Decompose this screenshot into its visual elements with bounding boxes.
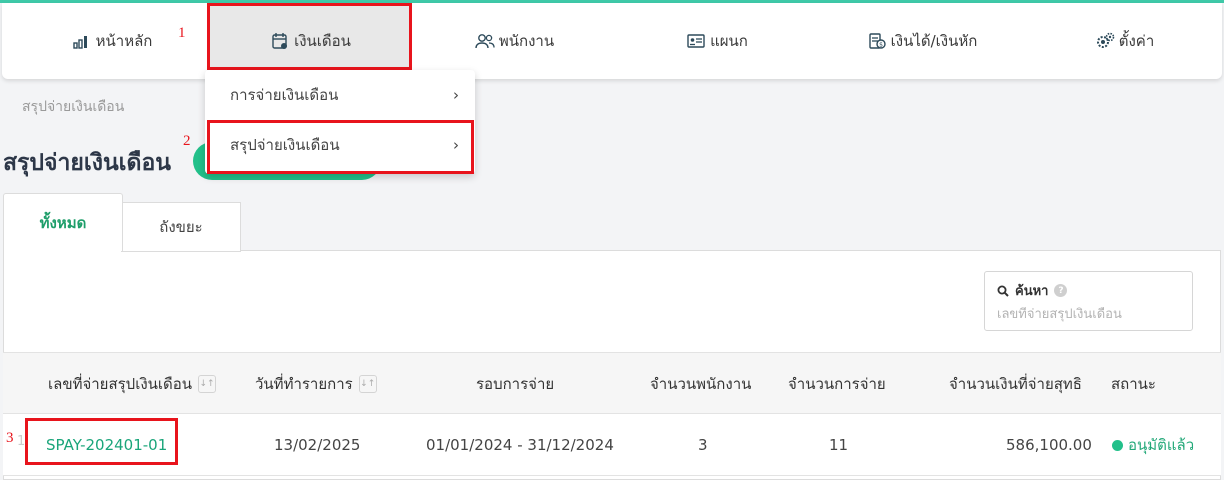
col-header-label: จำนวนพนักงาน xyxy=(650,375,752,393)
search-input[interactable] xyxy=(997,307,1177,322)
svg-text:$: $ xyxy=(879,42,883,49)
salary-dropdown-menu: การจ่ายเงินเดือน › สรุปจ่ายเงินเดือน › xyxy=(205,70,475,174)
sort-icon[interactable]: ↓↑ xyxy=(358,375,377,393)
breadcrumb[interactable]: สรุปจ่ายเงินเดือน xyxy=(22,96,124,118)
search-icon xyxy=(997,285,1009,297)
table-header: เลขที่จ่ายสรุปเงินเดือน ↓↑ วันที่ทำรายกา… xyxy=(3,352,1221,414)
col-header-doc-no[interactable]: เลขที่จ่ายสรุปเงินเดือน ↓↑ xyxy=(48,353,217,415)
nav-department-label: แผนก xyxy=(710,32,748,50)
gears-icon xyxy=(1095,31,1115,51)
nav-income-deduct[interactable]: $ เงินได้/เงินหัก xyxy=(852,3,992,79)
col-header-label: จำนวนการจ่าย xyxy=(788,375,886,393)
dropdown-item-payroll[interactable]: การจ่ายเงินเดือน › xyxy=(205,70,475,120)
dropdown-item-label: สรุปจ่ายเงินเดือน xyxy=(230,136,340,154)
cell-net-amount: 586,100.00 xyxy=(1006,436,1092,454)
annotation-number-2: 2 xyxy=(183,133,191,149)
col-header-status: สถานะ xyxy=(1111,353,1156,415)
annotation-number-1: 1 xyxy=(178,25,186,41)
users-icon xyxy=(475,31,495,51)
nav-home[interactable]: หน้าหลัก xyxy=(57,3,167,79)
cell-status: อนุมัติแล้ว xyxy=(1112,414,1194,476)
col-header-net-amount: จำนวนเงินที่จ่ายสุทธิ xyxy=(949,353,1082,415)
help-icon[interactable]: ? xyxy=(1054,284,1068,297)
cell-period: 01/01/2024 - 31/12/2024 xyxy=(426,436,614,454)
nav-salary-label: เงินเดือน xyxy=(294,32,351,50)
row-index: 1 xyxy=(17,434,26,449)
nav-employee[interactable]: พนักงาน xyxy=(457,3,572,79)
col-header-period: รอบการจ่าย xyxy=(476,353,554,415)
table-row: 1 SPAY-202401-01 13/02/2025 01/01/2024 -… xyxy=(3,414,1221,476)
nav-department[interactable]: แผนก xyxy=(672,3,762,79)
chevron-right-icon: › xyxy=(453,136,459,154)
nav-employee-label: พนักงาน xyxy=(498,32,555,50)
col-header-label: รอบการจ่าย xyxy=(476,375,555,393)
search-label: ค้นหา ? xyxy=(997,280,1180,301)
money-stack-icon: $ xyxy=(867,31,887,51)
status-badge: อนุมัติแล้ว xyxy=(1128,436,1195,454)
bar-chart-icon xyxy=(72,31,92,51)
doc-no-link[interactable]: SPAY-202401-01 xyxy=(46,436,167,454)
col-header-label: สถานะ xyxy=(1111,375,1156,393)
col-header-payments: จำนวนการจ่าย xyxy=(788,353,886,415)
page-title: สรุปจ่ายเงินเดือน xyxy=(3,150,172,176)
nav-income-deduct-label: เงินได้/เงินหัก xyxy=(890,32,978,50)
status-dot-icon xyxy=(1112,439,1123,451)
dropdown-item-payroll-summary[interactable]: สรุปจ่ายเงินเดือน › xyxy=(205,120,475,170)
tab-all-label: ทั้งหมด xyxy=(39,213,87,232)
cell-doc-no: SPAY-202401-01 xyxy=(46,414,167,476)
chevron-right-icon: › xyxy=(453,86,459,104)
col-header-label: จำนวนเงินที่จ่ายสุทธิ xyxy=(949,375,1082,393)
tab-trash-label: ถังขยะ xyxy=(159,218,203,236)
tab-trash[interactable]: ถังขยะ xyxy=(121,202,241,252)
nav-settings[interactable]: ตั้งค่า xyxy=(1077,3,1172,79)
annotation-number-3: 3 xyxy=(6,430,14,446)
cell-date: 13/02/2025 xyxy=(274,436,361,454)
nav-home-label: หน้าหลัก xyxy=(95,32,153,50)
col-header-employees: จำนวนพนักงาน xyxy=(650,353,751,415)
col-header-label: วันที่ทำรายการ xyxy=(255,375,353,393)
tab-all[interactable]: ทั้งหมด xyxy=(3,193,123,251)
calendar-money-icon xyxy=(270,31,290,51)
search-box: ค้นหา ? xyxy=(984,271,1193,331)
nav-settings-label: ตั้งค่า xyxy=(1118,32,1155,50)
cell-payments: 11 xyxy=(829,436,849,454)
sort-icon[interactable]: ↓↑ xyxy=(198,375,217,393)
id-card-icon xyxy=(686,31,706,51)
cell-employees: 3 xyxy=(698,436,708,454)
nav-salary[interactable]: เงินเดือน xyxy=(209,3,412,79)
search-label-text: ค้นหา xyxy=(1015,284,1049,299)
col-header-label: เลขที่จ่ายสรุปเงินเดือน xyxy=(48,375,193,393)
dropdown-item-label: การจ่ายเงินเดือน xyxy=(230,86,339,104)
col-header-date[interactable]: วันที่ทำรายการ ↓↑ xyxy=(255,353,377,415)
